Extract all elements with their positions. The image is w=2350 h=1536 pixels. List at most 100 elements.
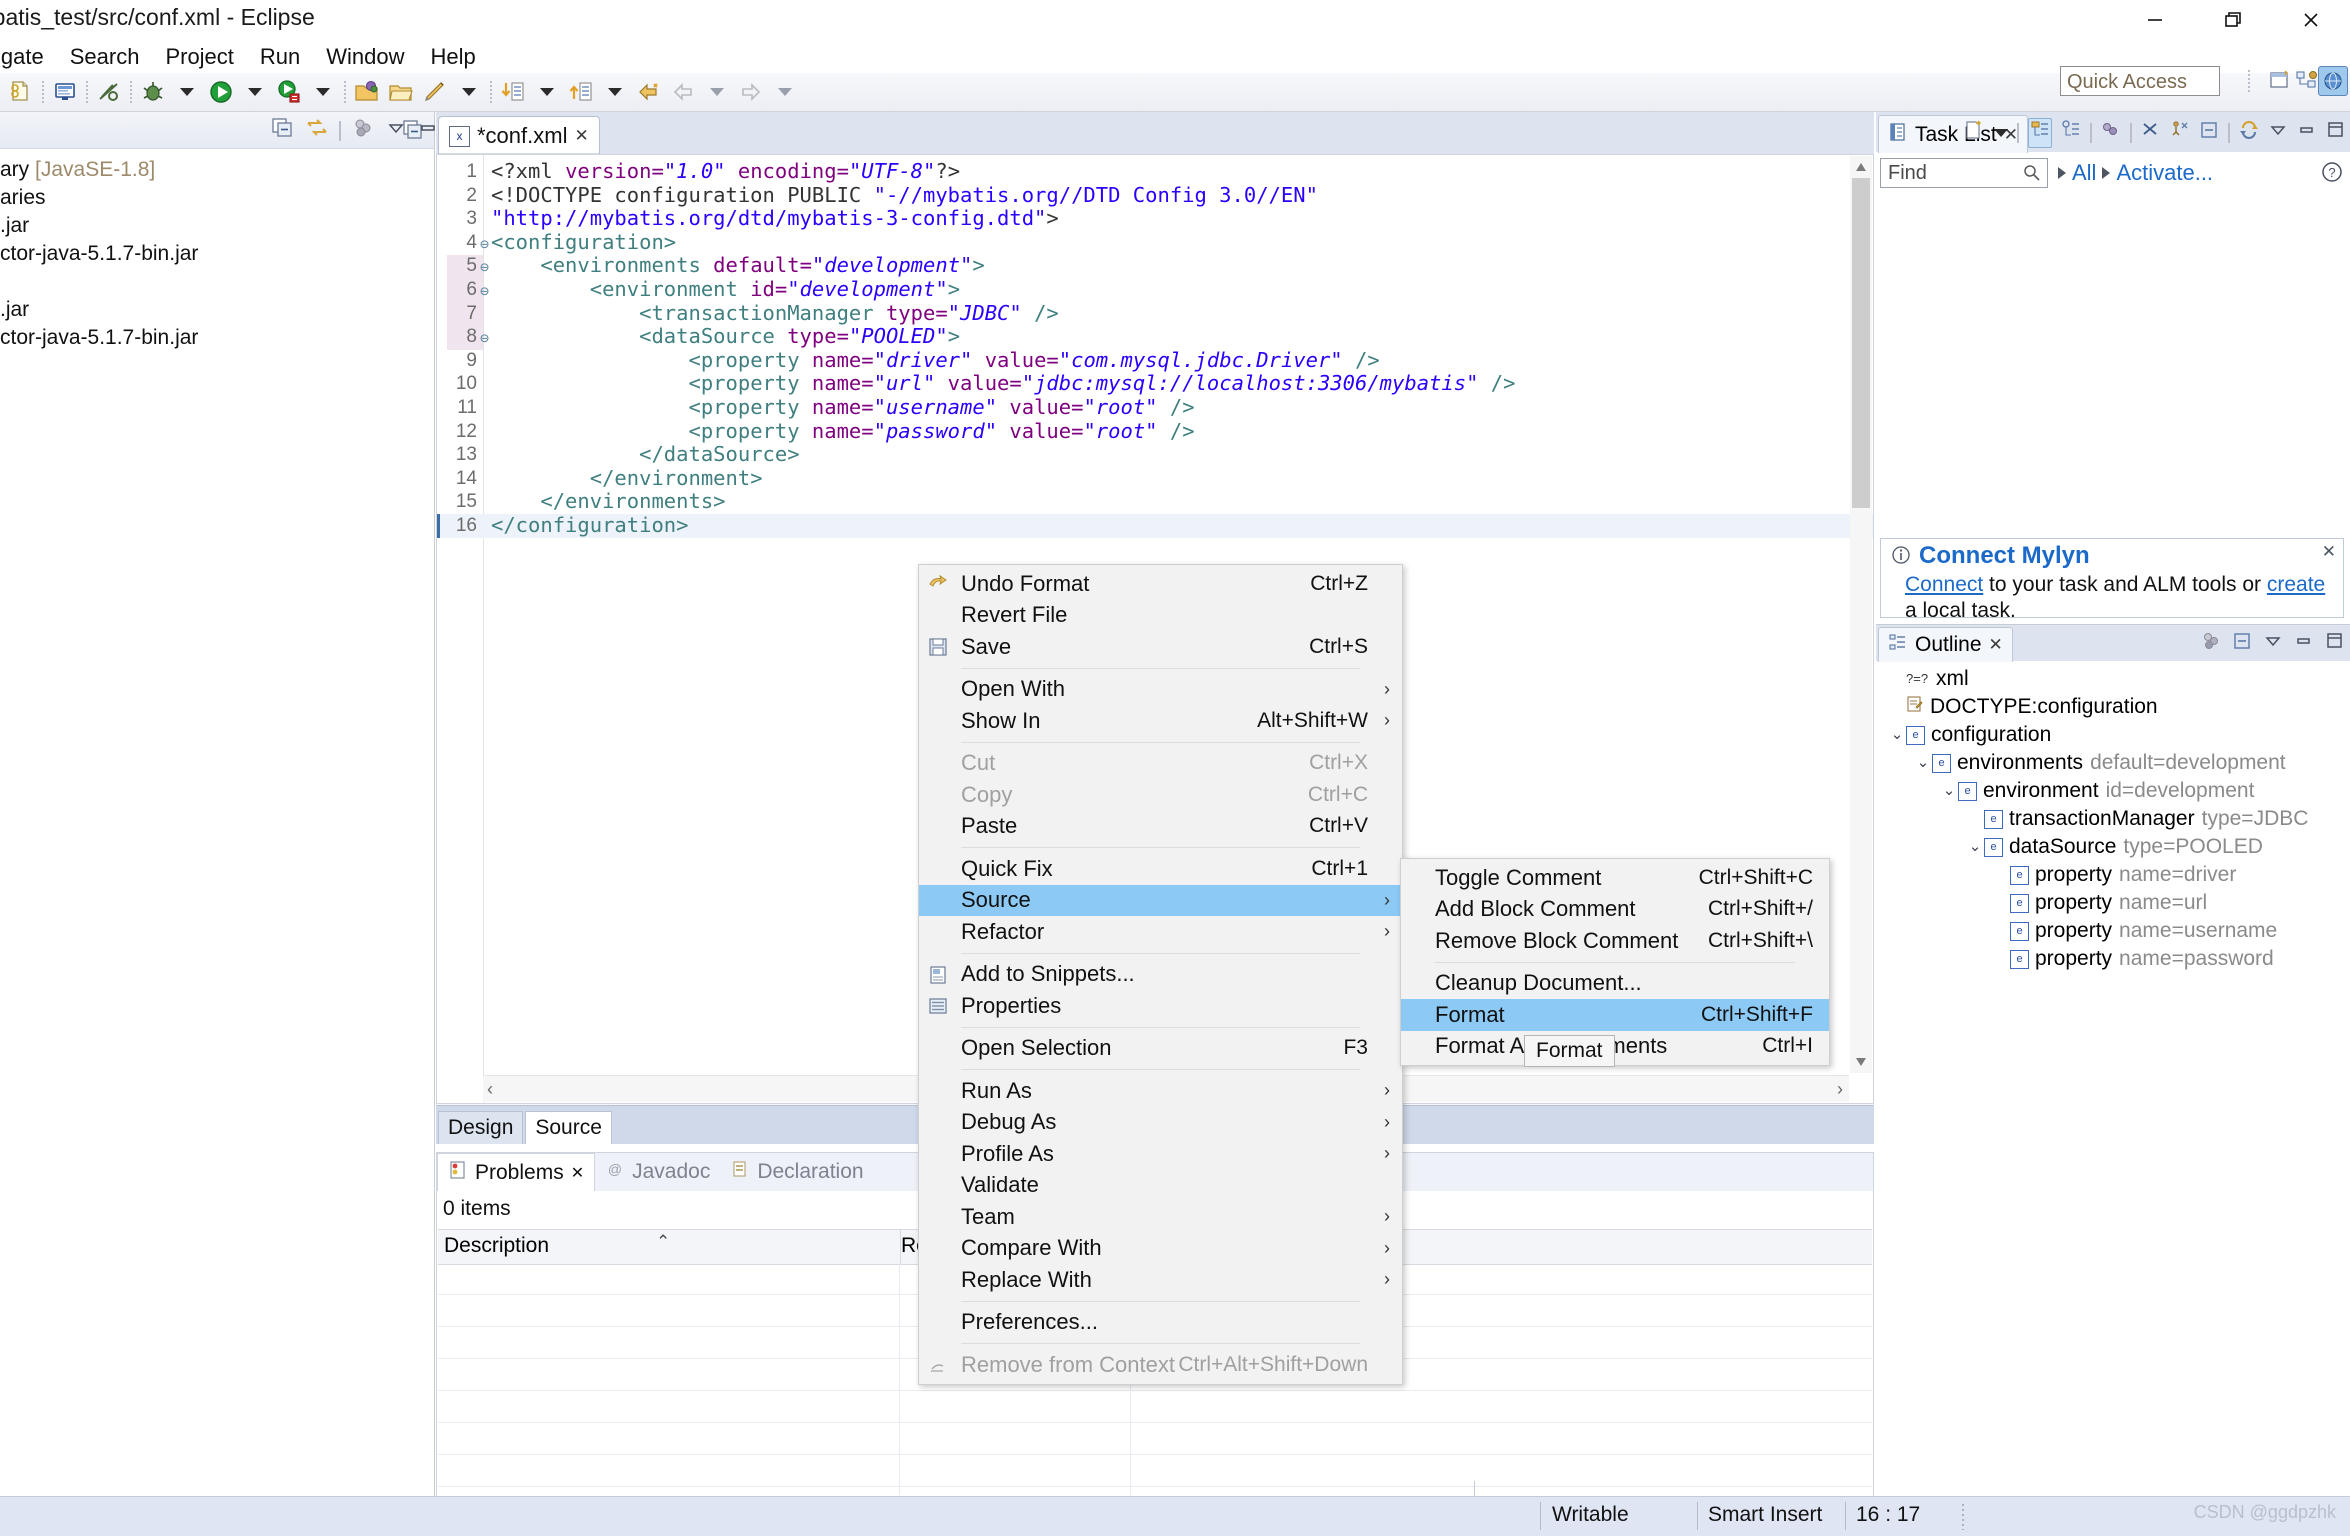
- menu-item-show-in[interactable]: Show In Alt+Shift+W ›: [919, 705, 1402, 737]
- code-line[interactable]: 15 </environments>: [437, 490, 1873, 514]
- collapse-all-icon[interactable]: [2199, 120, 2219, 146]
- close-icon[interactable]: ✕: [1989, 635, 2003, 655]
- menu-item-add-to-snippets[interactable]: Add to Snippets...: [919, 959, 1402, 991]
- close-icon[interactable]: ✕: [2322, 542, 2336, 562]
- outline-row[interactable]: DOCTYPE:configuration: [1876, 693, 2350, 721]
- menu-item-save[interactable]: Save Ctrl+S: [919, 631, 1402, 663]
- package-explorer-row[interactable]: ctor-java-5.1.7-bin.jar: [0, 240, 434, 268]
- restore-button[interactable]: [2194, 0, 2272, 40]
- package-explorer-row[interactable]: ary [JavaSE-1.8]: [0, 156, 434, 184]
- package-explorer-row[interactable]: aries: [0, 184, 434, 212]
- code-line[interactable]: 14 </environment>: [437, 466, 1873, 491]
- menu-item-validate[interactable]: Validate: [919, 1170, 1402, 1202]
- edit-pencil-icon[interactable]: [418, 77, 452, 107]
- view-menu-caret-icon[interactable]: [2263, 631, 2283, 657]
- package-explorer-row[interactable]: .jar: [0, 212, 434, 240]
- run-dropdown-caret[interactable]: [238, 77, 272, 107]
- outline-row[interactable]: ⌄ e dataSource type=POOLED: [1876, 833, 2350, 861]
- close-icon[interactable]: ✕: [571, 1163, 584, 1183]
- scroll-down-arrow[interactable]: [1850, 1051, 1872, 1073]
- filter-all-link[interactable]: All: [2072, 160, 2096, 186]
- menu-item-open-with[interactable]: Open With ›: [919, 674, 1402, 706]
- package-explorer-row[interactable]: [0, 268, 434, 296]
- menu-search[interactable]: Search: [57, 40, 153, 73]
- code-line[interactable]: 2 <!DOCTYPE configuration PUBLIC "-//myba…: [437, 183, 1873, 208]
- outline-row[interactable]: ⌄ e environment id=development: [1876, 777, 2350, 805]
- code-line[interactable]: 11 <property name="username" value="root…: [437, 395, 1873, 420]
- package-explorer-row[interactable]: .jar: [0, 296, 434, 324]
- new-task-icon[interactable]: [1963, 119, 1985, 147]
- connect-link[interactable]: Connect: [1905, 573, 1983, 596]
- outline-row[interactable]: ?=? xml: [1876, 665, 2350, 693]
- previous-annotation-caret[interactable]: [598, 77, 632, 107]
- menu-window[interactable]: Window: [313, 40, 417, 73]
- delete-task-icon[interactable]: [2141, 120, 2161, 146]
- minimize-view-icon[interactable]: [2297, 120, 2317, 146]
- outline-row[interactable]: e property name=password: [1876, 945, 2350, 973]
- debug-dropdown-caret[interactable]: [170, 77, 204, 107]
- collapse-all-icon[interactable]: [271, 116, 295, 146]
- fold-toggle-icon[interactable]: ⊖: [480, 280, 489, 304]
- menu-item-open-selection[interactable]: Open Selection F3: [919, 1033, 1402, 1065]
- code-line[interactable]: 6 ⊖ <environment id="development">: [437, 277, 1873, 304]
- tab-javadoc[interactable]: @ Javadoc: [595, 1153, 720, 1191]
- external-tools-dropdown-caret[interactable]: [306, 77, 340, 107]
- help-icon[interactable]: ?: [2320, 160, 2344, 190]
- open-console-icon[interactable]: [48, 77, 82, 107]
- web-perspective-icon[interactable]: [2318, 66, 2348, 96]
- open-perspective-icon[interactable]: [2268, 68, 2294, 100]
- next-annotation-icon[interactable]: [496, 77, 530, 107]
- run-icon[interactable]: [204, 77, 238, 107]
- minimize-view-icon[interactable]: [2294, 631, 2314, 657]
- package-explorer-row[interactable]: ctor-java-5.1.7-bin.jar: [0, 324, 434, 352]
- code-line[interactable]: 13 </dataSource>: [437, 442, 1873, 467]
- expand-arrow-icon[interactable]: ⌄: [1914, 749, 1932, 777]
- minimize-button[interactable]: [2116, 0, 2194, 40]
- menu-item-compare-with[interactable]: Compare With ›: [919, 1233, 1402, 1265]
- tab-source[interactable]: Source: [525, 1111, 612, 1144]
- expand-arrow-icon[interactable]: ⌄: [1940, 777, 1958, 805]
- maximize-view-icon[interactable]: [2325, 631, 2345, 657]
- activate-link[interactable]: Activate...: [2116, 160, 2213, 186]
- tab-declaration[interactable]: Declaration: [720, 1153, 873, 1191]
- menu-item-debug-as[interactable]: Debug As ›: [919, 1107, 1402, 1139]
- run-external-tools-icon[interactable]: [272, 77, 306, 107]
- scroll-right-arrow[interactable]: ›: [1837, 1079, 1843, 1100]
- new-task-caret-icon[interactable]: [1994, 129, 2008, 137]
- outline-row[interactable]: e transactionManager type=JDBC: [1876, 805, 2350, 833]
- new-java-package-icon[interactable]: [350, 77, 384, 107]
- view-menu-caret-icon[interactable]: [2268, 120, 2288, 146]
- source-submenu[interactable]: Toggle Comment Ctrl+Shift+C Add Block Comm…: [1400, 858, 1830, 1066]
- menu-item-profile-as[interactable]: Profile As ›: [919, 1138, 1402, 1170]
- code-line[interactable]: 8 ⊖ <dataSource type="POOLED">: [437, 324, 1873, 349]
- new-wizard-icon[interactable]: [4, 77, 38, 107]
- create-link[interactable]: create: [2267, 573, 2325, 596]
- editor-tab-conf-xml[interactable]: x *conf.xml ✕: [438, 116, 600, 155]
- open-folder-icon[interactable]: [384, 77, 418, 107]
- last-edit-location-icon[interactable]: [632, 77, 666, 107]
- tab-outline[interactable]: Outline ✕: [1878, 627, 2013, 662]
- code-line[interactable]: 7 <transactionManager type="JDBC" />: [437, 301, 1873, 326]
- outline-row[interactable]: e property name=driver: [1876, 861, 2350, 889]
- maximize-view-icon[interactable]: [2326, 120, 2346, 146]
- package-explorer-tree[interactable]: ary [JavaSE-1.8] aries .jar ctor-java-5.1.7…: [0, 156, 434, 352]
- activate-task-icon[interactable]: [2170, 120, 2190, 146]
- expand-arrow-icon[interactable]: ⌄: [1888, 721, 1906, 749]
- menu-item-preferences[interactable]: Preferences...: [919, 1307, 1402, 1339]
- column-header-description[interactable]: Description: [444, 1234, 549, 1258]
- scroll-left-arrow[interactable]: ‹: [487, 1079, 493, 1100]
- menu-item-revert-file[interactable]: Revert File: [919, 600, 1402, 632]
- menu-igate[interactable]: igate: [0, 40, 57, 73]
- menu-item-toggle-comment[interactable]: Toggle Comment Ctrl+Shift+C: [1401, 862, 1829, 894]
- skip-breakpoints-icon[interactable]: [92, 77, 126, 107]
- view-menu-caret-icon[interactable]: [385, 117, 407, 145]
- menu-item-add-block-comment[interactable]: Add Block Comment Ctrl+Shift+/: [1401, 894, 1829, 926]
- minimize-view-icon[interactable]: [417, 117, 439, 145]
- edit-dropdown-caret[interactable]: [452, 77, 486, 107]
- menu-item-remove-block-comment[interactable]: Remove Block Comment Ctrl+Shift+\: [1401, 925, 1829, 957]
- scrollbar-thumb[interactable]: [1852, 178, 1870, 508]
- code-lines[interactable]: 1 <?xml version="1.0" encoding="UTF-8"?> 2…: [437, 159, 1873, 538]
- menu-item-format[interactable]: Format Ctrl+Shift+F: [1401, 999, 1829, 1031]
- scroll-up-arrow[interactable]: [1850, 156, 1872, 178]
- close-icon[interactable]: ✕: [574, 126, 588, 146]
